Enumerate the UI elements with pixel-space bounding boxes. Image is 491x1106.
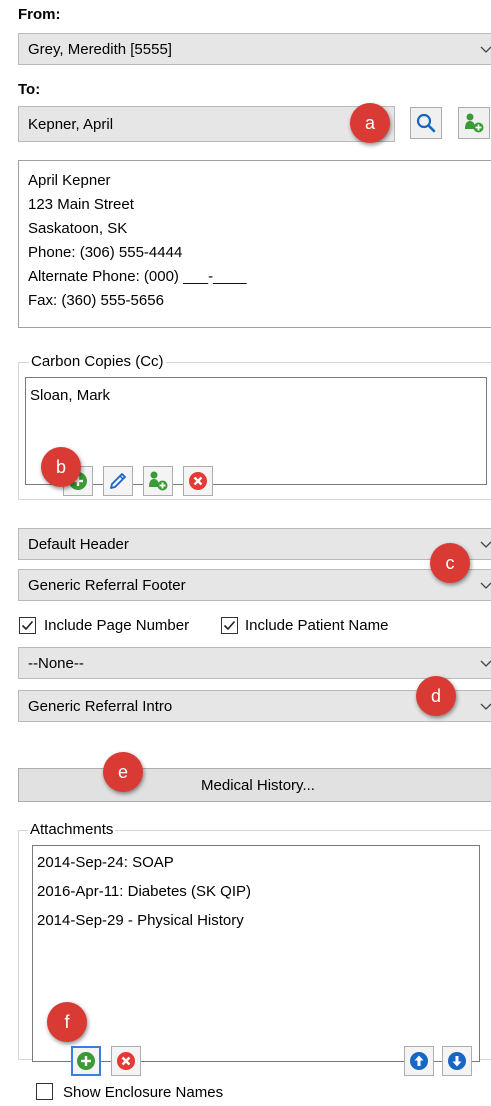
address-line: April Kepner	[28, 172, 111, 189]
list-item[interactable]: 2014-Sep-29 - Physical History	[33, 906, 479, 935]
chevron-down-icon	[480, 703, 491, 710]
add-person-icon	[465, 113, 484, 133]
cc-list[interactable]: Sloan, Mark	[25, 377, 487, 485]
callout-e: e	[103, 752, 143, 792]
from-select[interactable]: Grey, Meredith [5555]	[18, 33, 491, 65]
callout-f: f	[47, 1002, 87, 1042]
medical-history-button[interactable]: Medical History...	[18, 768, 491, 802]
cc-list-bottom-edge	[25, 484, 487, 485]
to-input[interactable]: Kepner, April	[18, 106, 395, 142]
checkmark-icon	[223, 620, 236, 631]
include-patient-name-label: Include Patient Name	[245, 617, 389, 634]
recipient-address-box: April Kepner 123 Main Street Saskatoon, …	[18, 160, 491, 328]
none-select[interactable]: --None--	[18, 647, 491, 679]
chevron-down-icon	[480, 582, 491, 589]
show-enclosure-names-checkbox[interactable]	[36, 1083, 53, 1100]
address-line: Fax: (360) 555-5656	[28, 292, 164, 309]
search-icon	[416, 113, 436, 133]
callout-a: a	[350, 103, 390, 143]
move-down-button[interactable]	[442, 1046, 472, 1076]
include-page-number-checkbox[interactable]	[19, 617, 36, 634]
chevron-down-icon	[480, 46, 491, 53]
chevron-down-icon	[480, 660, 491, 667]
checkmark-icon	[21, 620, 34, 631]
address-line: Saskatoon, SK	[28, 220, 128, 237]
remove-circle-icon	[117, 1052, 135, 1070]
include-page-number-label: Include Page Number	[44, 617, 190, 634]
cc-group-title: Carbon Copies (Cc)	[29, 353, 166, 370]
add-contact-button[interactable]	[458, 107, 490, 139]
edit-cc-button[interactable]	[103, 466, 133, 496]
remove-circle-icon	[189, 472, 207, 490]
header-select[interactable]: Default Header	[18, 528, 491, 560]
list-item[interactable]: Sloan, Mark	[26, 378, 486, 410]
search-recipient-button[interactable]	[410, 107, 442, 139]
callout-c: c	[430, 543, 470, 583]
callout-d: d	[416, 676, 456, 716]
medical-history-button-label: Medical History...	[201, 776, 315, 794]
footer-select-value: Generic Referral Footer	[28, 576, 186, 594]
attachments-list[interactable]: 2014-Sep-24: SOAP 2016-Apr-11: Diabetes …	[32, 845, 480, 1062]
pencil-icon	[110, 473, 126, 489]
to-input-value: Kepner, April	[28, 115, 114, 133]
move-up-button[interactable]	[404, 1046, 434, 1076]
address-line: Phone: (306) 555-4444	[28, 244, 183, 261]
plus-circle-icon	[77, 1052, 95, 1070]
include-patient-name-checkbox[interactable]	[221, 617, 238, 634]
add-attachment-button[interactable]	[71, 1046, 101, 1076]
remove-attachment-button[interactable]	[111, 1046, 141, 1076]
from-label: From:	[18, 6, 61, 23]
arrow-up-circle-icon	[410, 1052, 428, 1070]
header-select-value: Default Header	[28, 535, 129, 553]
to-label: To:	[18, 81, 41, 98]
chevron-down-icon	[480, 541, 491, 548]
callout-b: b	[41, 447, 81, 487]
arrow-down-circle-icon	[448, 1052, 466, 1070]
attachments-group-title: Attachments	[28, 821, 116, 838]
add-cc-contact-button[interactable]	[143, 466, 173, 496]
from-select-value: Grey, Meredith [5555]	[28, 40, 172, 58]
add-person-icon	[149, 471, 168, 491]
address-line: 123 Main Street	[28, 196, 134, 213]
list-item[interactable]: 2014-Sep-24: SOAP	[33, 846, 479, 877]
intro-select-value: Generic Referral Intro	[28, 697, 173, 715]
list-item[interactable]: 2016-Apr-11: Diabetes (SK QIP)	[33, 877, 479, 906]
remove-cc-button[interactable]	[183, 466, 213, 496]
show-enclosure-names-label: Show Enclosure Names	[63, 1084, 224, 1101]
none-select-value: --None--	[28, 654, 84, 672]
address-line: Alternate Phone: (000) ___-____	[28, 268, 247, 285]
footer-select[interactable]: Generic Referral Footer	[18, 569, 491, 601]
